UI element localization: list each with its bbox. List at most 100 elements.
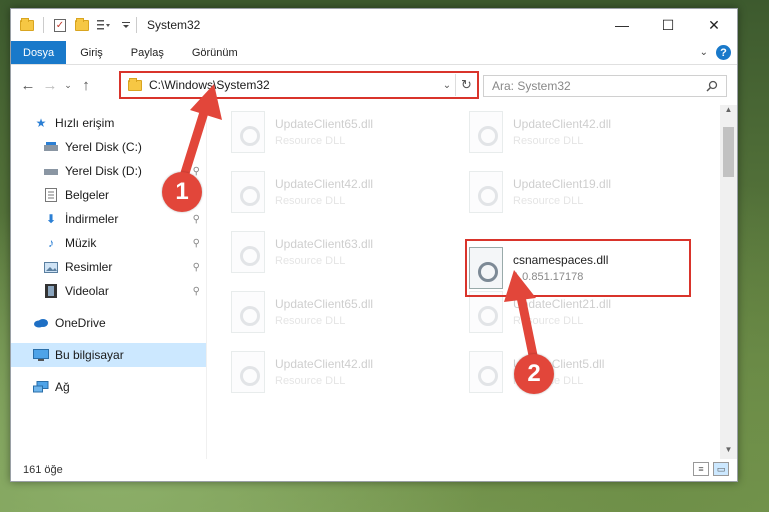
explorer-window: ✓ System32 — ☐ ✕ Dosya Giriş Paylaş Görü… <box>10 8 738 482</box>
dll-file-icon <box>469 111 503 153</box>
recent-locations-button[interactable]: ⌄ <box>61 74 75 96</box>
search-input[interactable]: Ara: System32 <box>492 79 706 93</box>
file-tile[interactable]: UpdateClient63.dll Resource DLL <box>231 227 451 277</box>
file-type: Resource DLL <box>513 195 584 207</box>
sidebar-item-music[interactable]: ♪ Müzik ⚲ <box>11 231 206 255</box>
customize-toolbar-icon[interactable] <box>96 17 112 33</box>
file-type: Resource DLL <box>275 195 346 207</box>
annotation-marker-2: 2 <box>514 354 554 394</box>
file-tile[interactable]: UpdateClient65.dll Resource DLL <box>231 287 451 337</box>
properties-check-icon[interactable]: ✓ <box>52 17 68 33</box>
file-name: UpdateClient65.dll <box>275 117 374 131</box>
dll-file-icon <box>469 171 503 213</box>
maximize-button[interactable]: ☐ <box>645 9 691 41</box>
title-divider <box>136 17 137 33</box>
file-type: Resource DLL <box>275 255 346 267</box>
quick-access-toolbar: ✓ <box>11 17 134 33</box>
dll-file-icon <box>231 351 265 393</box>
up-button[interactable]: ↑ <box>75 74 97 96</box>
sidebar-item-label: Yerel Disk (D:) <box>65 164 142 178</box>
pin-icon[interactable]: ⚲ <box>193 238 200 249</box>
address-row: ← → ⌄ ↑ C:\Windows\System32 ⌄ ↻ Ara: Sys… <box>11 65 737 105</box>
file-tile[interactable]: UpdateClient42.dll Resource DLL <box>469 107 689 157</box>
tab-home[interactable]: Giriş <box>66 41 117 64</box>
sidebar-item-network[interactable]: Ağ <box>11 375 206 399</box>
tab-share[interactable]: Paylaş <box>117 41 178 64</box>
ribbon-right-controls: ⌄ ? <box>700 45 731 60</box>
close-button[interactable]: ✕ <box>691 9 737 41</box>
back-button[interactable]: ← <box>17 74 39 96</box>
details-view-icon[interactable]: ≡ <box>693 462 709 476</box>
pictures-icon <box>43 259 59 275</box>
search-box[interactable]: Ara: System32 <box>483 75 727 97</box>
drive-icon <box>43 163 59 179</box>
sidebar-item-label: Müzik <box>65 236 97 250</box>
sidebar-item-onedrive[interactable]: OneDrive <box>11 311 206 335</box>
cloud-icon <box>33 315 49 331</box>
help-icon[interactable]: ? <box>716 45 731 60</box>
chevron-down-icon[interactable]: ⌄ <box>439 80 455 91</box>
file-name: UpdateClient63.dll <box>275 237 374 251</box>
new-folder-icon[interactable] <box>74 17 90 33</box>
sidebar-item-this-pc[interactable]: Bu bilgisayar <box>11 343 206 367</box>
dll-file-icon <box>231 231 265 273</box>
dll-file-icon <box>469 351 503 393</box>
file-list: UpdateClient65.dll Resource DLL UpdateCli… <box>207 105 737 459</box>
sidebar-item-pictures[interactable]: Resimler ⚲ <box>11 255 206 279</box>
scroll-thumb[interactable] <box>723 127 734 177</box>
sidebar-item-label: Bu bilgisayar <box>55 348 124 362</box>
toolbar-divider <box>43 17 44 33</box>
file-name: UpdateClient42.dll <box>275 177 374 191</box>
scroll-down-icon[interactable]: ▼ <box>720 445 737 459</box>
file-name: UpdateClient65.dll <box>275 297 374 311</box>
sidebar-item-label: Hızlı erişim <box>55 116 115 130</box>
sidebar-item-label: Yerel Disk (C:) <box>65 140 142 154</box>
drive-icon <box>43 139 59 155</box>
window-title: System32 <box>147 18 201 32</box>
file-tile[interactable]: UpdateClient42.dll Resource DLL <box>231 347 451 397</box>
file-type: Resource DLL <box>513 135 584 147</box>
title-bar: ✓ System32 — ☐ ✕ <box>11 9 737 41</box>
sidebar-item-videos[interactable]: Videolar ⚲ <box>11 279 206 303</box>
scroll-up-icon[interactable]: ▲ <box>720 105 737 119</box>
expand-ribbon-icon[interactable]: ⌄ <box>700 47 708 58</box>
music-icon: ♪ <box>48 236 54 250</box>
dll-file-icon <box>231 291 265 333</box>
tiles-view-icon[interactable]: ▭ <box>713 462 729 476</box>
file-tile[interactable]: UpdateClient65.dll Resource DLL <box>231 107 451 157</box>
sidebar-item-label: Ağ <box>55 380 70 394</box>
file-type: Resource DLL <box>275 315 346 327</box>
sidebar-item-label: Resimler <box>65 260 113 274</box>
file-tile[interactable]: UpdateClient42.dll Resource DLL <box>231 167 451 217</box>
sidebar-item-label: Videolar <box>65 284 109 298</box>
pin-icon[interactable]: ⚲ <box>193 214 200 225</box>
documents-icon <box>43 187 59 203</box>
file-type: Resource DLL <box>275 135 346 147</box>
star-icon: ★ <box>35 116 47 130</box>
download-icon: ⬇ <box>45 212 57 226</box>
search-icon <box>706 80 718 92</box>
file-name: UpdateClient42.dll <box>275 357 374 371</box>
file-type: Resource DLL <box>275 375 346 387</box>
window-controls: — ☐ ✕ <box>599 9 737 41</box>
pin-icon[interactable]: ⚲ <box>193 286 200 297</box>
file-name: UpdateClient42.dll <box>513 117 612 131</box>
refresh-icon[interactable]: ↻ <box>455 74 477 96</box>
minimize-button[interactable]: — <box>599 9 645 41</box>
chevron-down-icon[interactable] <box>118 17 134 33</box>
forward-button[interactable]: → <box>39 74 61 96</box>
dll-file-icon <box>469 291 503 333</box>
sidebar-item-label: Belgeler <box>65 188 110 202</box>
vertical-scrollbar[interactable]: ▲ ▼ <box>720 105 737 459</box>
computer-icon <box>33 347 49 363</box>
tab-view[interactable]: Görünüm <box>178 41 252 64</box>
sidebar-item-label: İndirmeler <box>65 212 119 226</box>
status-bar: 161 öğe ≡ ▭ <box>11 459 737 481</box>
pin-icon[interactable]: ⚲ <box>193 262 200 273</box>
folder-icon[interactable] <box>19 17 35 33</box>
item-count: 161 öğe <box>23 464 63 476</box>
video-icon <box>43 283 59 299</box>
dll-file-icon <box>231 171 265 213</box>
tab-file[interactable]: Dosya <box>11 41 67 64</box>
file-tile[interactable]: UpdateClient19.dll Resource DLL <box>469 167 689 217</box>
